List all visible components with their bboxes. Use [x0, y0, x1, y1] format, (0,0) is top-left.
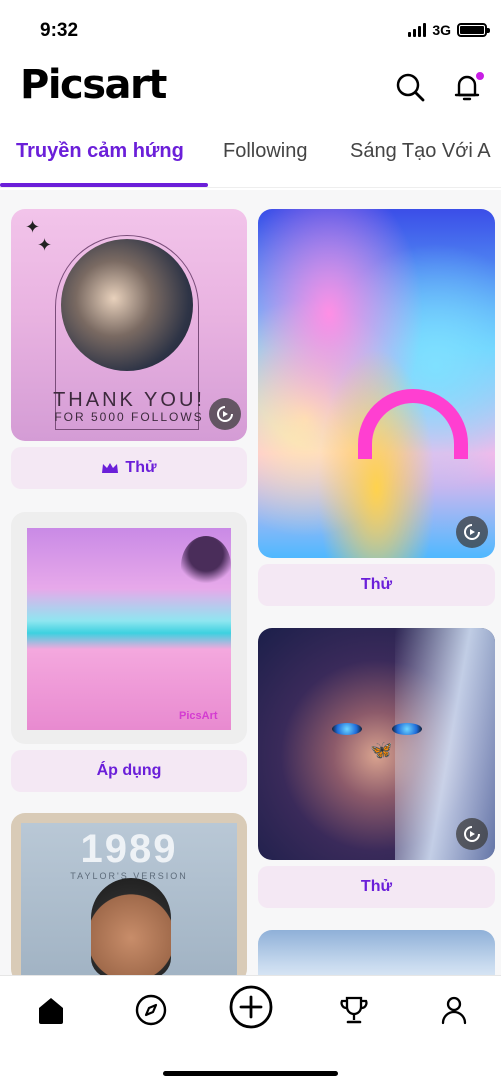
rainbow-shape: [358, 389, 468, 459]
signal-icon: [408, 23, 427, 37]
notification-dot: [474, 70, 486, 82]
status-indicators: 3G: [408, 22, 490, 38]
home-icon[interactable]: [31, 990, 71, 1030]
tab-following[interactable]: Following: [223, 140, 307, 163]
picsart-watermark: PicsArt: [179, 710, 218, 722]
status-bar: 9:32 3G: [0, 0, 501, 60]
feed-card-portrait[interactable]: 🦋: [258, 628, 495, 860]
crown-icon: [102, 463, 119, 473]
challenges-icon[interactable]: [334, 990, 374, 1030]
try-button[interactable]: Thử: [258, 564, 495, 606]
try-button[interactable]: Thử: [11, 447, 247, 489]
tab-create-with[interactable]: Sáng Tạo Với A: [350, 140, 491, 163]
network-type: 3G: [432, 22, 451, 38]
replay-icon[interactable]: [456, 818, 488, 850]
search-icon[interactable]: [393, 70, 427, 104]
create-icon[interactable]: [228, 984, 274, 1030]
app-header: Picsart: [0, 60, 501, 118]
bottom-nav: [0, 975, 501, 1083]
right-eye: [392, 723, 422, 735]
notifications-bell-icon[interactable]: [450, 70, 486, 104]
apply-button[interactable]: Áp dụng: [11, 750, 247, 792]
feed-card-thank-you[interactable]: ✦ ✦ THANK YOU! FOR 5000 FOLLOWS: [11, 209, 247, 441]
album-number: 1989: [80, 827, 178, 871]
try-button-label: Thử: [125, 459, 157, 476]
feed-grid[interactable]: ✦ ✦ THANK YOU! FOR 5000 FOLLOWS Thử Thử …: [0, 190, 501, 975]
picsart-logo: Picsart: [20, 62, 167, 108]
home-indicator: [163, 1071, 338, 1076]
left-eye: [332, 723, 362, 735]
profile-icon[interactable]: [434, 990, 474, 1030]
feed-card-album[interactable]: 1989 TAYLOR'S VERSION: [11, 813, 247, 975]
feed-card-beach[interactable]: PicsArt: [11, 512, 247, 744]
friends-photo: [61, 239, 193, 371]
try-button[interactable]: Thử: [258, 866, 495, 908]
replay-icon[interactable]: [456, 516, 488, 548]
replay-icon[interactable]: [209, 398, 241, 430]
feed-card-sky[interactable]: [258, 930, 495, 975]
sparkle-icon: ✦: [37, 235, 53, 255]
explore-icon[interactable]: [131, 990, 171, 1030]
active-tab-indicator: [0, 183, 208, 187]
status-time: 9:32: [40, 20, 79, 41]
feed-card-rainbow[interactable]: [258, 209, 495, 558]
feed-tabs: Truyền cảm hứng Following Sáng Tạo Với A: [0, 126, 501, 188]
person-photo: [91, 878, 171, 975]
butterfly-icon: 🦋: [370, 740, 393, 760]
palm-tree: [181, 536, 231, 596]
tab-inspiration[interactable]: Truyền cảm hứng: [16, 140, 184, 163]
battery-icon: [457, 23, 490, 37]
